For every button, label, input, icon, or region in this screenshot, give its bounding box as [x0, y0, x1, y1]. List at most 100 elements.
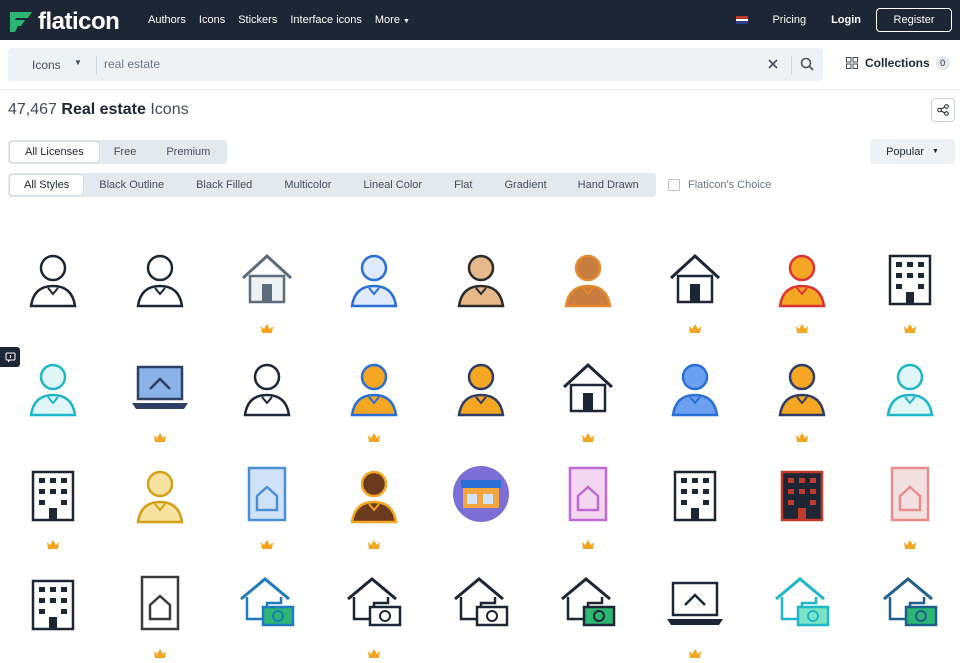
divider — [0, 89, 960, 90]
agent-avatar-house-icon[interactable] — [344, 357, 404, 417]
premium-crown-icon — [154, 429, 166, 442]
style-filter: All Styles Black Outline Black Filled Mu… — [8, 173, 656, 197]
laptop-house-icon[interactable] — [130, 357, 190, 417]
house-document-icon[interactable] — [237, 464, 297, 524]
caret-down-icon[interactable]: ▼ — [74, 58, 82, 67]
feedback-button[interactable] — [0, 347, 20, 367]
register-button[interactable]: Register — [876, 8, 952, 32]
close-icon[interactable] — [766, 57, 780, 71]
premium-crown-icon — [261, 536, 273, 549]
search-type-select[interactable]: Icons — [32, 58, 61, 72]
collections-label: Collections — [865, 56, 930, 70]
woman-blue-icon[interactable] — [665, 357, 725, 417]
us-flag-icon[interactable] — [736, 16, 749, 25]
premium-crown-icon — [582, 429, 594, 442]
collections-button[interactable]: Collections 0 — [846, 56, 950, 70]
license-free[interactable]: Free — [99, 142, 152, 162]
sort-label: Popular — [886, 145, 924, 158]
nav-icons[interactable]: Icons — [199, 14, 225, 26]
search-term: Real estate — [61, 101, 146, 118]
login-link[interactable]: Login — [831, 14, 861, 26]
agent-woman-houses-icon[interactable] — [772, 357, 832, 417]
style-lineal-color[interactable]: Lineal Color — [347, 175, 438, 195]
house-document-pink-icon[interactable] — [558, 464, 618, 524]
agent-houses-color-icon[interactable] — [451, 357, 511, 417]
nav-more-label: More — [374, 14, 400, 26]
choice-checkbox[interactable] — [668, 179, 680, 191]
premium-crown-icon — [796, 429, 808, 442]
businessman-icon[interactable] — [23, 248, 83, 308]
premium-crown-icon — [368, 645, 380, 658]
flaticon-choice-toggle[interactable]: Flaticon's Choice — [668, 179, 771, 191]
house-document-light-icon[interactable] — [880, 464, 940, 524]
logo-text: flaticon — [38, 8, 120, 35]
premium-crown-icon — [154, 645, 166, 658]
businessman-blue-icon[interactable] — [344, 248, 404, 308]
flaticon-logo-icon — [10, 12, 32, 32]
agent-houses-outline-icon[interactable] — [237, 357, 297, 417]
home-person-filled-icon[interactable] — [558, 357, 618, 417]
nav-more[interactable]: More ▼ — [375, 14, 410, 26]
apartment-building-icon[interactable] — [23, 464, 83, 524]
nav-authors[interactable]: Authors — [148, 14, 186, 26]
search-input[interactable]: real estate — [104, 57, 160, 71]
sort-select[interactable]: Popular ▼ — [870, 139, 955, 164]
page-title: 47,467 Real estate Icons — [8, 101, 189, 119]
style-multicolor[interactable]: Multicolor — [268, 175, 347, 195]
style-black-outline[interactable]: Black Outline — [83, 175, 180, 195]
search-icon[interactable] — [800, 57, 814, 71]
premium-crown-icon — [904, 536, 916, 549]
house-money-color-icon[interactable] — [880, 573, 940, 633]
style-all[interactable]: All Styles — [10, 175, 84, 195]
premium-crown-icon — [689, 645, 701, 658]
woman-cyan-icon[interactable] — [880, 357, 940, 417]
flaticon-logo[interactable]: flaticon — [8, 8, 120, 36]
chat-icon — [5, 352, 15, 362]
caret-down-icon: ▼ — [931, 148, 939, 155]
results-suffix: Icons — [150, 101, 189, 118]
premium-crown-icon — [582, 536, 594, 549]
choice-label: Flaticon's Choice — [688, 179, 772, 191]
license-all[interactable]: All Licenses — [10, 142, 99, 162]
style-black-filled[interactable]: Black Filled — [180, 175, 268, 195]
businesswoman-icon[interactable] — [130, 248, 190, 308]
premium-crown-icon — [47, 536, 59, 549]
agent-houses-icon[interactable] — [772, 248, 832, 308]
style-gradient[interactable]: Gradient — [488, 175, 562, 195]
house-money-filled-icon[interactable] — [558, 573, 618, 633]
house-safe-icon[interactable] — [130, 573, 190, 633]
house-money-outline-icon[interactable] — [451, 573, 511, 633]
premium-crown-icon — [796, 320, 808, 333]
grid-icon — [846, 57, 858, 69]
house-money-cyan-icon[interactable] — [772, 573, 832, 633]
share-button[interactable] — [931, 98, 955, 122]
agent-gradient-icon[interactable] — [130, 464, 190, 524]
store-icon[interactable] — [451, 464, 511, 524]
agent-cyan-icon[interactable] — [23, 357, 83, 417]
woman-avatar-icon[interactable] — [344, 464, 404, 524]
buildings-crossed-icon[interactable] — [23, 573, 83, 633]
license-filter: All Licenses Free Premium — [8, 140, 228, 164]
style-flat[interactable]: Flat — [438, 175, 488, 195]
building-settings-icon[interactable] — [665, 464, 725, 524]
building-settings-color-icon[interactable] — [772, 464, 832, 524]
house-money-hand-icon[interactable] — [344, 573, 404, 633]
nav-pricing[interactable]: Pricing — [772, 14, 806, 26]
style-hand-drawn[interactable]: Hand Drawn — [563, 175, 654, 195]
nav-interface-icons[interactable]: Interface icons — [290, 14, 362, 26]
premium-crown-icon — [689, 320, 701, 333]
house-in-hand-icon[interactable] — [237, 248, 297, 308]
laptop-home-icon[interactable] — [665, 573, 725, 633]
businessman-flat-icon[interactable] — [451, 248, 511, 308]
top-navigation: flaticon Authors Icons Stickers Interfac… — [0, 0, 960, 40]
home-person-icon[interactable] — [665, 248, 725, 308]
premium-crown-icon — [904, 320, 916, 333]
nav-stickers[interactable]: Stickers — [238, 14, 277, 26]
building-icon[interactable] — [880, 248, 940, 308]
businesswoman-flat-icon[interactable] — [558, 248, 618, 308]
divider — [96, 56, 97, 74]
premium-crown-icon — [368, 429, 380, 442]
house-money-icon[interactable] — [237, 573, 297, 633]
license-premium[interactable]: Premium — [151, 142, 225, 162]
premium-crown-icon — [261, 320, 273, 333]
